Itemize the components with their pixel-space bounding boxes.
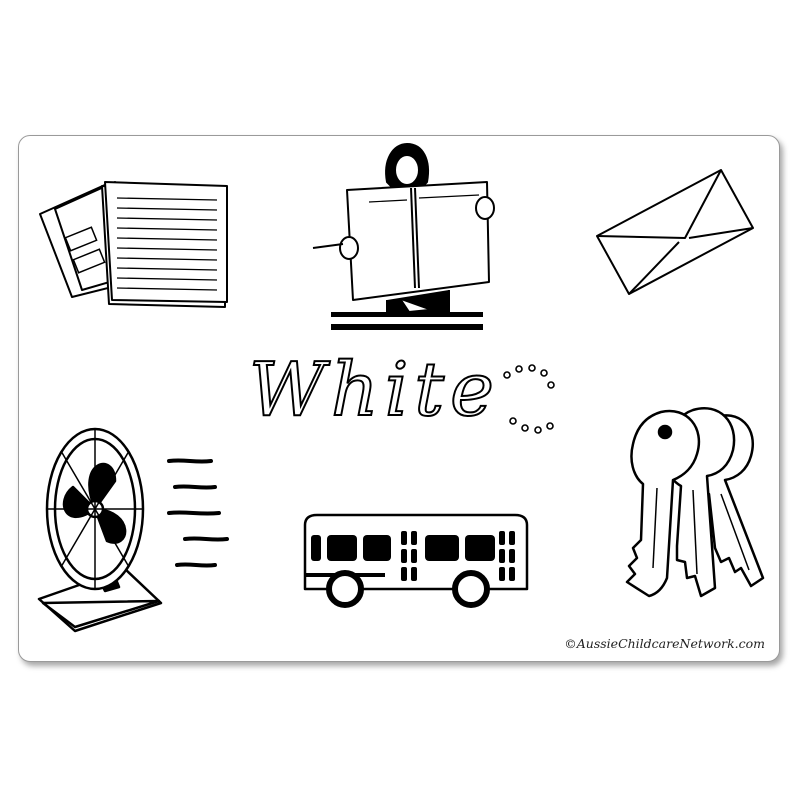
copyright-text: ©AussieChildcareNetwork.com xyxy=(564,636,765,651)
title-text: White xyxy=(249,347,500,433)
paper-icon xyxy=(37,162,232,312)
page-title: White xyxy=(245,341,565,441)
coloring-card: White ©AussieChildcareNetwork.com xyxy=(18,135,780,662)
electric-fan-icon xyxy=(35,421,235,636)
envelope-icon xyxy=(593,166,758,296)
newspaper-reader-icon xyxy=(309,140,499,335)
title-dots xyxy=(503,364,555,434)
bus-icon xyxy=(299,511,534,611)
keys-icon xyxy=(621,398,771,608)
